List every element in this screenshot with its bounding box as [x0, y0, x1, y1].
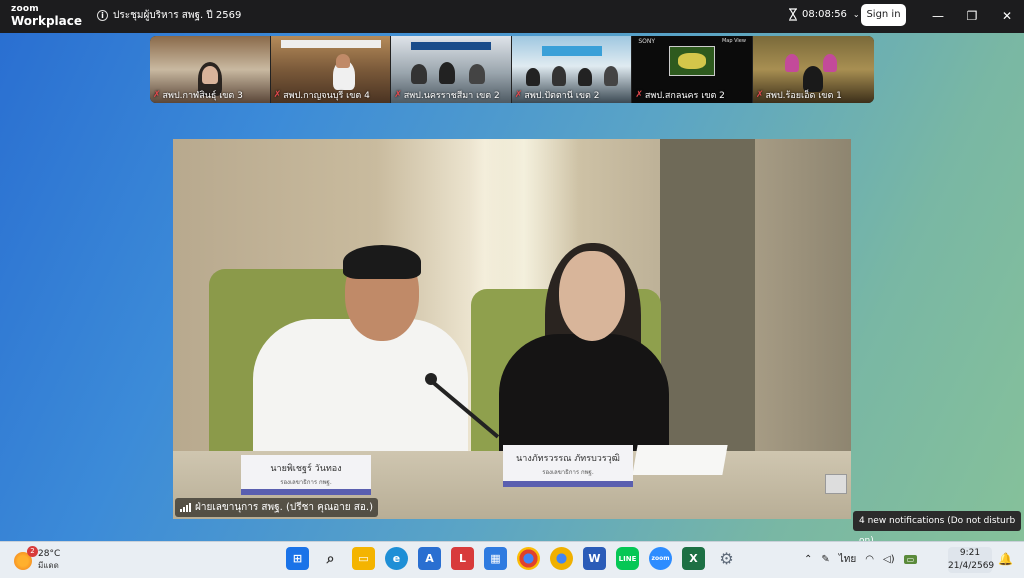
participant-name: สพป.กาญจนบุรี เขต 4 [283, 91, 370, 101]
screen-mode-text: Map View [721, 38, 746, 44]
chevron-down-icon[interactable]: ⌄ [853, 10, 860, 19]
zoom-icon[interactable]: zoom [649, 547, 672, 570]
wifi-icon[interactable]: ◠ [865, 554, 874, 565]
nameplate-right: นางภัทรวรรณ ภัทรบวรวุฒิ รองเลขาธิการ กพฐ… [503, 445, 633, 487]
restore-icon[interactable]: ❐ [962, 6, 982, 26]
participant-name: สพป.ปัตตานี เขต 2 [524, 91, 600, 101]
nameplate-role: รองเลขาธิการ กพฐ. [542, 469, 594, 476]
nameplate-name: นางภัทรวรรณ ภัทรบวรวุฒิ [516, 454, 620, 464]
excel-icon[interactable]: X [682, 547, 705, 570]
participant-name: สพป.นครราชสีมา เขต 2 [403, 91, 500, 101]
settings-icon[interactable]: ⚙ [715, 547, 738, 570]
line-icon[interactable]: LINE [616, 547, 639, 570]
nameplate-role: รองเลขาธิการ กพฐ. [280, 479, 332, 486]
windows-start-icon[interactable]: ⊞ [286, 547, 309, 570]
mic-muted-icon: ✗ [635, 90, 643, 100]
notification-toast[interactable]: 4 new notifications (Do not disturb on) [853, 511, 1021, 546]
sign-in-button[interactable]: Sign in [861, 4, 906, 26]
logo-line-workplace: Workplace [11, 14, 83, 28]
weather-condition: มีแดด [38, 561, 59, 570]
participant-tile[interactable]: ✗ สพป.ปัตตานี เขต 2 [511, 36, 633, 103]
chrome-canary-icon[interactable] [550, 547, 573, 570]
mic-muted-icon: ✗ [514, 90, 523, 100]
weather-temp: 28°C [38, 549, 61, 559]
taskbar-apps: ⊞ ⌕ ▭ e A L ▦ W LINE zoom X ⚙ [286, 547, 738, 570]
app-l-icon[interactable]: L [451, 547, 474, 570]
participant-name: สพป.สกลนคร เขต 2 [644, 91, 725, 101]
clock-date: 21/4/2569 [948, 561, 995, 571]
info-icon[interactable]: i [97, 10, 108, 21]
meeting-title: ประชุมผู้บริหาร สพฐ. ปี 2569 [113, 10, 242, 21]
app-a-icon[interactable]: A [418, 547, 441, 570]
participant-tile[interactable]: ✗ สพป.ร้อยเอ็ด เขต 1 [752, 36, 874, 103]
nameplate-name: นายพิเชฐร์ วันทอง [270, 464, 342, 474]
meeting-timer[interactable]: 08:08:56 ⌄ [788, 8, 860, 21]
battery-icon[interactable]: ▭ [903, 555, 918, 564]
speaker-name-label: ฝ่ายเลขานุการ สพฐ. (ปรีชา คุณอาย สอ.) [175, 498, 378, 517]
timer-value: 08:08:56 [802, 9, 847, 20]
word-icon[interactable]: W [583, 547, 606, 570]
taskbar: 2 28°C มีแดด ⊞ ⌕ ▭ e A L ▦ W LINE zoom X… [0, 541, 1024, 578]
shared-screen-thumbnail [669, 46, 716, 76]
mic-muted-icon: ✗ [755, 90, 764, 100]
weather-sun-icon: 2 [14, 545, 38, 570]
mic-muted-icon: ✗ [394, 90, 402, 100]
active-speaker-video[interactable]: นายพิเชฐร์ วันทอง รองเลขาธิการ กพฐ. นางภ… [173, 139, 851, 519]
chrome-icon[interactable] [517, 547, 540, 570]
close-icon[interactable]: ✕ [997, 6, 1017, 26]
edge-icon[interactable]: e [385, 547, 408, 570]
title-bar: zoom Workplace i ประชุมผู้บริหาร สพฐ. ปี… [0, 0, 1024, 33]
clock-time: 9:21 [959, 548, 981, 558]
pen-icon[interactable]: ✎ [821, 554, 829, 565]
screen-brand-text: SONY [638, 38, 656, 45]
weather-badge: 2 [27, 545, 38, 557]
participant-tile[interactable]: ✗ สพป.กาญจนบุรี เขต 4 [270, 36, 392, 103]
search-icon[interactable]: ⌕ [319, 547, 342, 570]
meeting-info[interactable]: i ประชุมผู้บริหาร สพฐ. ปี 2569 [97, 8, 241, 23]
nameplate-left: นายพิเชฐร์ วันทอง รองเลขาธิการ กพฐ. [241, 455, 371, 495]
participant-tile[interactable]: SONY Map View ✗ สพป.สกลนคร เขต 2 [632, 36, 753, 103]
mic-muted-icon: ✗ [153, 90, 161, 100]
system-tray: ⌃ ✎ ไทย ◠ ◁) ▭ [804, 552, 918, 567]
participant-name: สพป.ร้อยเอ็ด เขต 1 [765, 91, 842, 101]
participant-tile[interactable]: ✗ สพป.นครราชสีมา เขต 2 [391, 36, 512, 103]
gallery-strip[interactable]: ✗ สพป.กาฬสินธุ์ เขต 3 ✗ สพป.กาญจนบุรี เขต … [150, 36, 874, 103]
chevron-up-icon[interactable]: ⌃ [804, 554, 812, 565]
minimize-icon[interactable]: — [928, 6, 948, 26]
notification-bell-icon[interactable]: 🔔 [998, 552, 1013, 566]
participant-tile[interactable]: ✗ สพป.กาฬสินธุ์ เขต 3 [150, 36, 271, 103]
store-icon[interactable]: ▦ [484, 547, 507, 570]
participant-name: สพป.กาฬสินธุ์ เขต 3 [162, 91, 243, 101]
language-indicator[interactable]: ไทย [839, 552, 856, 567]
weather-widget[interactable]: 2 28°C มีแดด [14, 545, 61, 572]
speaker-name: ฝ่ายเลขานุการ สพฐ. (ปรีชา คุณอาย สอ.) [195, 502, 373, 513]
logo-line-zoom: zoom [11, 4, 39, 14]
signal-bars-icon [180, 503, 191, 512]
clock[interactable]: 9:21 21/4/2569 [948, 547, 995, 573]
zoom-logo: zoom Workplace [11, 4, 83, 28]
volume-icon[interactable]: ◁) [883, 554, 895, 565]
mic-muted-icon: ✗ [273, 90, 282, 100]
file-explorer-icon[interactable]: ▭ [352, 547, 375, 570]
hourglass-icon [788, 8, 798, 21]
